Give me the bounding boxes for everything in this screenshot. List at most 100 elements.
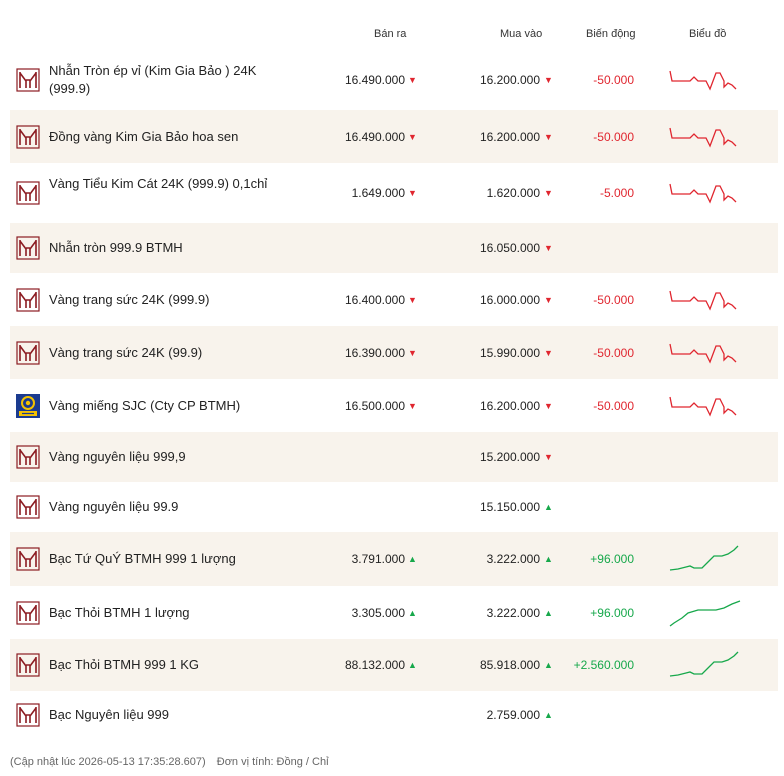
sell-column-header: Bán ra xyxy=(374,28,407,40)
product-name: Vàng miếng SJC (Cty CP BTMH) xyxy=(49,397,241,413)
unit-text: Đơn vị tính: Đồng / Chỉ xyxy=(216,756,329,768)
up-arrow-icon: ▲ xyxy=(544,554,553,564)
price-change: +96.000 xyxy=(590,552,634,566)
btmh-logo-icon xyxy=(16,340,40,365)
sparkline-chart xyxy=(669,545,739,571)
sparkline-chart xyxy=(669,599,741,627)
sjc-logo-icon xyxy=(16,393,40,418)
btmh-logo-icon xyxy=(16,181,40,205)
buy-price: 16.050.000 xyxy=(479,241,540,255)
sparkline-path xyxy=(669,290,737,311)
table-header: Bán ra Mua vào Biến động Biểu đồ xyxy=(10,0,778,50)
down-arrow-icon: ▼ xyxy=(544,452,553,462)
down-arrow-icon: ▼ xyxy=(408,188,417,198)
sell-price: 88.132.000 xyxy=(344,658,405,672)
table-row: Bạc Nguyên liệu 999 2.759.000 ▲ xyxy=(10,691,778,739)
buy-price: 3.222.000 xyxy=(486,552,540,566)
sparkline-chart xyxy=(669,127,737,148)
product-name: Nhẫn Tròn ép vỉ (Kim Gia Bảo ) 24K (999.… xyxy=(49,63,257,96)
sparkline-path xyxy=(669,70,737,91)
up-arrow-icon: ▲ xyxy=(408,660,417,670)
down-arrow-icon: ▼ xyxy=(544,347,553,358)
table-row: Nhẫn tròn 999.9 BTMH 16.050.000 ▼ xyxy=(10,223,778,273)
chart-column-header: Biểu đồ xyxy=(689,28,727,40)
buy-price: 16.200.000 xyxy=(479,129,540,144)
buy-price: 15.990.000 xyxy=(479,345,540,360)
buy-price: 16.200.000 xyxy=(479,73,540,87)
buy-price: 16.000.000 xyxy=(479,292,540,307)
down-arrow-icon: ▼ xyxy=(544,131,553,142)
table-row: Vàng Tiểu Kim Cát 24K (999.9) 0,1chỉ 1.64… xyxy=(10,163,778,223)
sparkline-chart xyxy=(669,396,737,417)
sell-price: 16.500.000 xyxy=(344,398,405,413)
sparkline-chart xyxy=(669,651,739,677)
sell-price: 3.791.000 xyxy=(351,552,405,566)
sell-price: 16.490.000 xyxy=(344,129,405,144)
sparkline-chart xyxy=(669,183,737,204)
table-row: Bạc Tứ QuÝ BTMH 999 1 lượng 3.791.000 ▲ 3.2… xyxy=(10,532,778,586)
down-arrow-icon: ▼ xyxy=(544,400,553,411)
btmh-logo-icon xyxy=(16,445,40,469)
price-change: -50.000 xyxy=(593,398,634,413)
up-arrow-icon: ▲ xyxy=(544,660,553,670)
table-row: Bạc Thỏi BTMH 999 1 KG 88.132.000 ▲ 85.918.… xyxy=(10,639,778,691)
sell-price: 16.390.000 xyxy=(344,345,405,360)
price-change: -50.000 xyxy=(593,73,634,87)
product-name: Vàng Tiểu Kim Cát 24K (999.9) 0,1chỉ xyxy=(49,176,268,191)
sparkline-chart xyxy=(669,290,737,311)
buy-price: 16.200.000 xyxy=(479,398,540,413)
sparkline-path xyxy=(669,651,739,677)
sparkline-path xyxy=(669,545,739,571)
down-arrow-icon: ▼ xyxy=(544,294,553,305)
down-arrow-icon: ▼ xyxy=(408,294,417,305)
sparkline-path xyxy=(669,343,737,364)
product-name: Đồng vàng Kim Gia Bảo hoa sen xyxy=(49,128,239,144)
product-name: Vàng nguyên liệu 999,9 xyxy=(49,449,186,464)
product-name: Bạc Tứ QuÝ BTMH 999 1 lượng xyxy=(49,551,236,566)
price-change: -5.000 xyxy=(599,186,634,200)
buy-column-header: Mua vào xyxy=(500,28,543,40)
table-row: Đồng vàng Kim Gia Bảo hoa sen 16.490.000 ▼… xyxy=(10,110,778,163)
table-row: Vàng nguyên liệu 99.9 15.150.000 ▲ xyxy=(10,482,778,532)
buy-price: 2.759.000 xyxy=(486,708,540,722)
buy-price: 15.150.000 xyxy=(479,500,540,514)
table-row: Vàng nguyên liệu 999,9 15.200.000 ▼ xyxy=(10,432,778,482)
sell-price: 3.305.000 xyxy=(351,605,405,620)
price-table: Nhẫn Tròn ép vỉ (Kim Gia Bảo ) 24K (999.… xyxy=(10,50,778,739)
down-arrow-icon: ▼ xyxy=(544,75,553,85)
btmh-logo-icon xyxy=(16,68,40,92)
sparkline-path xyxy=(669,599,741,627)
product-name: Vàng nguyên liệu 99.9 xyxy=(49,499,179,514)
down-arrow-icon: ▼ xyxy=(544,243,553,253)
footer: (Cập nhật lúc 2026-05-13 17:35:28.607) Đ… xyxy=(10,756,329,768)
last-updated-text: (Cập nhật lúc 2026-05-13 17:35:28.607) xyxy=(10,756,206,768)
table-row: Vàng miếng SJC (Cty CP BTMH) 16.500.000 ▼ 1… xyxy=(10,379,778,432)
sparkline-path xyxy=(669,183,737,204)
product-name: Vàng trang sức 24K (999.9) xyxy=(49,291,210,307)
up-arrow-icon: ▲ xyxy=(408,554,417,564)
table-row: Vàng trang sức 24K (999.9) 16.400.000 ▼ 16.… xyxy=(10,273,778,326)
sparkline-chart xyxy=(669,70,737,91)
btmh-logo-icon xyxy=(16,703,40,727)
buy-price: 1.620.000 xyxy=(486,186,540,200)
table-row: Vàng trang sức 24K (99.9) 16.390.000 ▼ 15.9… xyxy=(10,326,778,379)
down-arrow-icon: ▼ xyxy=(408,400,417,411)
sparkline-path xyxy=(669,396,737,417)
btmh-logo-icon xyxy=(16,287,40,312)
buy-price: 15.200.000 xyxy=(479,450,540,464)
up-arrow-icon: ▲ xyxy=(408,607,417,618)
up-arrow-icon: ▲ xyxy=(544,607,553,618)
sell-price: 16.400.000 xyxy=(344,292,405,307)
product-name: Vàng trang sức 24K (99.9) xyxy=(49,344,203,360)
btmh-logo-icon xyxy=(16,600,40,625)
price-change: +2.560.000 xyxy=(573,658,634,672)
table-row: Bạc Thỏi BTMH 1 lượng 3.305.000 ▲ 3.222.000… xyxy=(10,586,778,639)
buy-price: 85.918.000 xyxy=(479,658,540,672)
up-arrow-icon: ▲ xyxy=(544,710,553,720)
product-name: Bạc Thỏi BTMH 999 1 KG xyxy=(49,657,200,672)
price-change: -50.000 xyxy=(593,345,634,360)
up-arrow-icon: ▲ xyxy=(544,502,553,512)
price-change: +96.000 xyxy=(590,605,634,620)
change-column-header: Biến động xyxy=(586,28,636,40)
btmh-logo-icon xyxy=(16,124,40,149)
